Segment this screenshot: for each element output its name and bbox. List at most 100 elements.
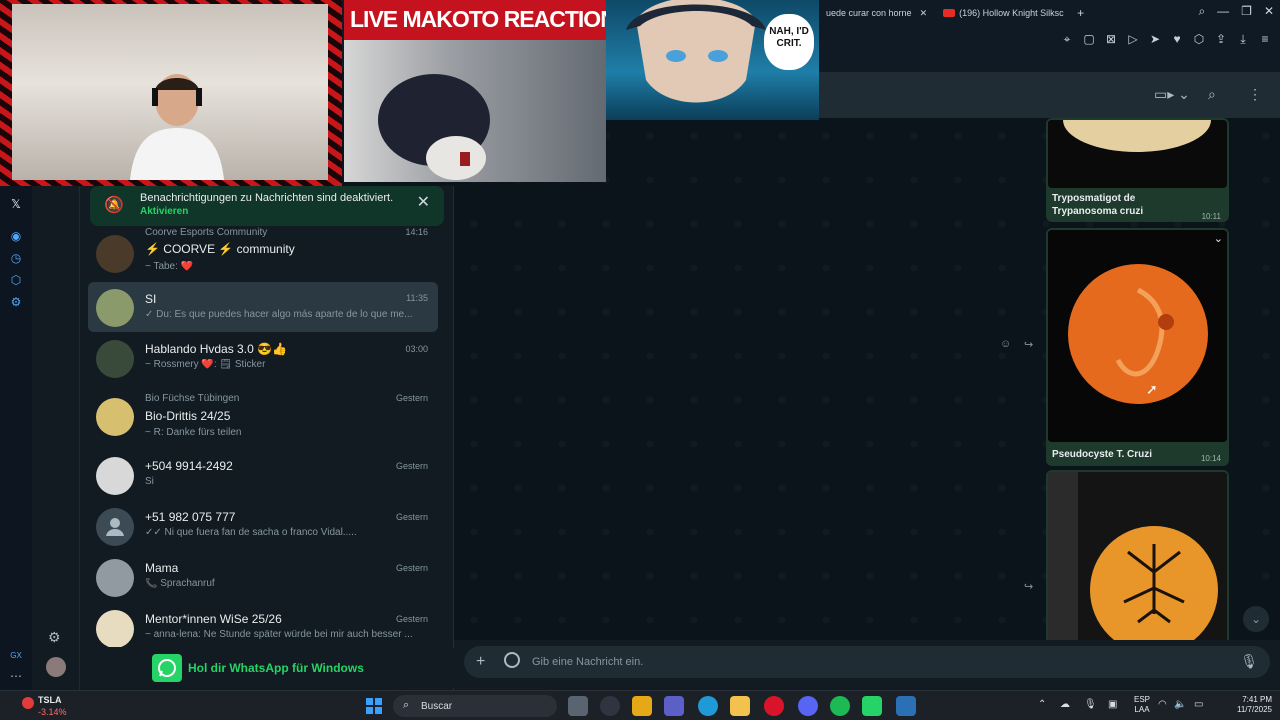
image-message[interactable]: Tryposmatigot de Trypanosoma cruzi 10:11 <box>1046 118 1229 222</box>
webcam-feed <box>12 4 328 180</box>
edge-icon[interactable] <box>698 696 718 716</box>
taskbar-search[interactable]: ⌕ Buscar <box>393 695 557 717</box>
gx-label: GX <box>10 651 22 660</box>
search-icon[interactable]: ⌕ <box>1208 86 1216 103</box>
reaction-banner: LIVE MAKOTO REACTION <box>344 0 617 40</box>
attach-icon[interactable]: + <box>476 653 485 671</box>
chat-time: Gestern <box>395 614 428 624</box>
message-input-placeholder[interactable]: Gib eine Nachricht ein. <box>532 656 643 668</box>
avatar <box>96 457 134 495</box>
chat-time: Gestern <box>395 393 428 403</box>
microscope-image[interactable] <box>1048 472 1227 644</box>
microphone-icon[interactable]: 🎙 <box>1240 653 1258 670</box>
settings-icon[interactable]: ⚙ <box>48 629 61 646</box>
scroll-down-button[interactable]: ⌄ <box>1243 606 1269 632</box>
image-message[interactable] <box>1046 470 1229 646</box>
tab-curar[interactable]: uede curar con horne ✕ <box>818 0 935 26</box>
avatar <box>96 508 134 546</box>
forward-icon[interactable]: ↪ <box>1024 338 1033 351</box>
search-icon: ⌕ <box>403 699 410 711</box>
app-icon[interactable] <box>896 696 916 716</box>
more-options-icon[interactable]: ⋮ <box>1248 86 1262 103</box>
download-icon[interactable]: ⤓ <box>1236 32 1250 47</box>
minimize-icon[interactable]: — <box>1217 4 1229 19</box>
default-user-icon <box>106 518 124 536</box>
search-icon[interactable]: ⌕ <box>1198 4 1205 19</box>
close-icon[interactable]: ✕ <box>920 8 928 19</box>
restore-icon[interactable]: ❐ <box>1241 4 1252 19</box>
plush-scene <box>344 40 606 182</box>
chat-item-504[interactable]: +504 9914-2492 Si Gestern <box>88 450 438 500</box>
emoji-icon[interactable] <box>504 652 520 668</box>
vpn-icon[interactable]: ⊠ <box>1104 32 1118 47</box>
chat-name: Mentor*innen WiSe 25/26 <box>145 612 282 626</box>
clock[interactable]: 7:41 PM 11/7/2025 <box>1222 695 1272 715</box>
image-message[interactable]: Pseudocyste T. Cruzi 10:14 ⌄ <box>1046 228 1229 466</box>
discord-icon[interactable] <box>798 696 818 716</box>
screen: uede curar con horne ✕ (196) Hollow Knigh… <box>0 0 1280 720</box>
tray-app-icon[interactable]: ▣ <box>1108 699 1117 710</box>
profile-avatar[interactable] <box>46 657 66 677</box>
chat-item-51[interactable]: +51 982 075 777 ✓✓ Ni que fuera fan de s… <box>88 501 438 551</box>
spotify-icon[interactable] <box>830 696 850 716</box>
opera-gx-icon[interactable] <box>764 696 784 716</box>
play-icon[interactable]: ▷ <box>1126 32 1140 47</box>
copilot-icon[interactable] <box>600 696 620 716</box>
enable-notifications-link[interactable]: Aktivieren <box>140 206 188 217</box>
more-icon[interactable]: ⋯ <box>8 668 24 684</box>
chat-preview: ✓ Du: Es que puedes hacer algo más apart… <box>145 309 413 320</box>
settings-icon[interactable]: ⚙ <box>8 294 24 310</box>
get-whatsapp-banner[interactable]: Hol dir WhatsApp für Windows <box>80 648 454 688</box>
share-icon[interactable]: ⇪ <box>1214 32 1228 47</box>
message-time: 10:11 <box>1201 212 1221 221</box>
volume-icon[interactable]: 🔈 <box>1174 699 1186 710</box>
wifi-icon[interactable]: ◠ <box>1158 699 1167 710</box>
microscope-image[interactable] <box>1048 120 1227 188</box>
chat-name: Mama <box>145 561 179 575</box>
player-icon[interactable]: ◉ <box>8 228 24 244</box>
extensions-icon[interactable]: ⬡ <box>1192 32 1206 47</box>
whatsapp-icon[interactable] <box>862 696 882 716</box>
microscope-image[interactable] <box>1048 230 1227 442</box>
forward-icon[interactable]: ↪ <box>1024 580 1033 593</box>
reaction-overlay: LIVE MAKOTO REACTION <box>344 0 617 182</box>
chevron-down-icon[interactable]: ⌄ <box>1214 232 1223 245</box>
chat-item-hablando[interactable]: Hablando Hvdas 3.0 😎👍 ~ Rossmery ❤️: 🗒 S… <box>88 333 438 383</box>
chat-item-si[interactable]: SI ✓ Du: Es que puedes hacer algo más ap… <box>88 282 438 332</box>
store-icon[interactable] <box>632 696 652 716</box>
send-icon[interactable]: ➤ <box>1148 32 1162 47</box>
clock-time: 7:41 PM <box>1242 695 1272 704</box>
menu-icon[interactable]: ≡ <box>1258 32 1272 47</box>
video-call-icon[interactable]: ▭▸ ⌄ <box>1154 86 1190 103</box>
file-explorer-icon[interactable] <box>730 696 750 716</box>
task-view-icon[interactable] <box>568 696 588 716</box>
pin-icon[interactable]: ⌖ <box>1060 32 1074 47</box>
new-tab-button[interactable]: + <box>1072 6 1090 20</box>
windows-start-icon[interactable] <box>366 698 382 714</box>
chat-item-mentor[interactable]: Mentor*innen WiSe 25/26 ~ anna-lena: Ne … <box>88 603 438 647</box>
chat-item-mama[interactable]: Mama 📞 Sprachanruf Gestern <box>88 552 438 602</box>
chat-time: Gestern <box>395 563 428 573</box>
chat-preview: ~ anna-lena: Ne Stunde später würde bei … <box>145 629 413 640</box>
cloud-icon[interactable]: ☁ <box>1060 699 1070 710</box>
heart-icon[interactable]: ♥ <box>1170 32 1184 47</box>
input-language[interactable]: ESP LAA <box>1134 695 1150 715</box>
snapshot-icon[interactable]: ▢ <box>1082 32 1096 47</box>
chevron-up-icon[interactable]: ⌃ <box>1038 699 1046 710</box>
avatar <box>96 289 134 327</box>
teams-icon[interactable] <box>664 696 684 716</box>
close-icon[interactable]: ✕ <box>417 192 430 212</box>
chat-item-coorve[interactable]: Coorve Esports Community ⚡ COORVE ⚡ comm… <box>88 227 438 278</box>
close-icon[interactable]: ✕ <box>1264 4 1274 19</box>
microphone-icon[interactable]: 🎙 <box>1084 699 1097 710</box>
emoji-react-icon[interactable]: ☺ <box>1000 338 1011 350</box>
tab-youtube[interactable]: (196) Hollow Knight Silksc <box>935 0 1072 26</box>
avatar <box>96 398 134 436</box>
chat-item-bio-drittis[interactable]: Bio Füchse Tübingen Bio-Drittis 24/25 ~ … <box>88 388 438 444</box>
history-icon[interactable]: ◷ <box>8 250 24 266</box>
chat-preview: ✓✓ Ni que fuera fan de sacha o franco Vi… <box>145 527 357 538</box>
extensions-icon[interactable]: ⬡ <box>8 272 24 288</box>
x-twitter-icon[interactable]: 𝕏 <box>8 196 24 212</box>
battery-icon[interactable]: ▭ <box>1194 699 1203 710</box>
opera-sidebar: 𝕏 ◉ ◷ ⬡ ⚙ GX ⋯ <box>0 186 32 690</box>
